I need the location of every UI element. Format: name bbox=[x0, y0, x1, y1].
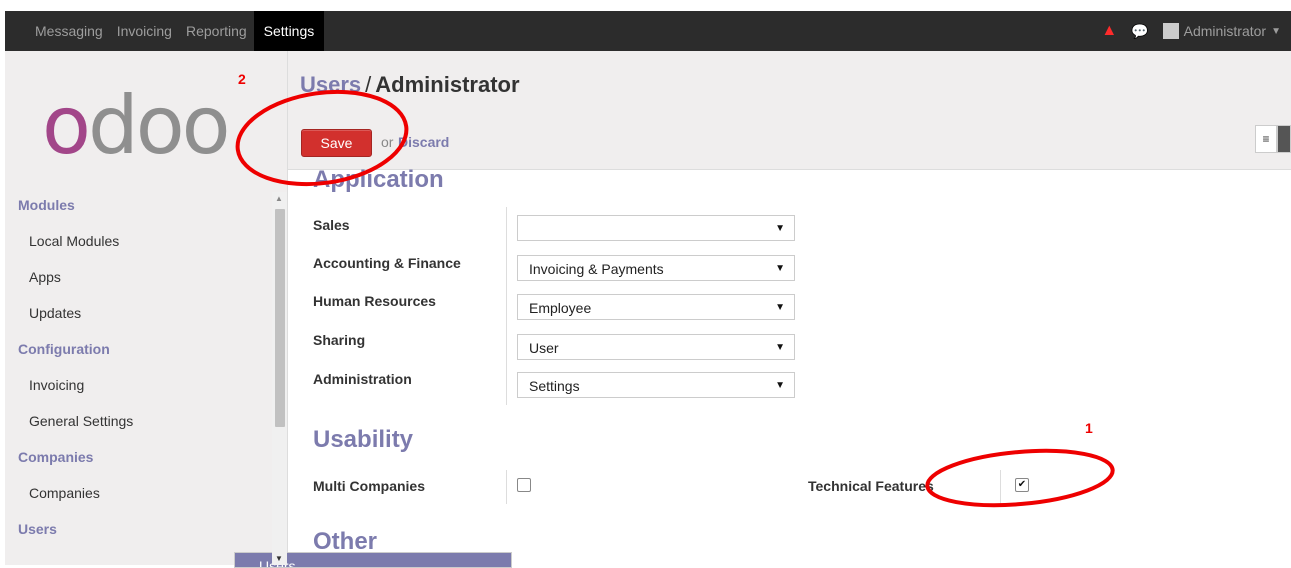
sidebar-item-invoicing[interactable]: Invoicing bbox=[5, 372, 271, 408]
dropdown-arrow-icon: ▼ bbox=[775, 263, 785, 274]
dropdown-arrow-icon: ▼ bbox=[775, 380, 785, 391]
scrollbar-thumb[interactable] bbox=[275, 209, 285, 427]
or-label: or bbox=[381, 134, 394, 150]
administration-select-value: Settings bbox=[529, 378, 580, 394]
avatar[interactable] bbox=[1162, 23, 1179, 39]
section-application-title: Application bbox=[313, 166, 444, 193]
breadcrumb-current: Administrator bbox=[375, 72, 520, 97]
top-right-area: ▲ 💬 Administrator ▼ bbox=[1101, 11, 1281, 51]
user-menu-label[interactable]: Administrator bbox=[1184, 23, 1266, 39]
field-label-accounting-finance: Accounting & Finance bbox=[313, 255, 461, 271]
sales-select[interactable]: ▼ bbox=[517, 215, 795, 241]
annotation-number-1: 1 bbox=[1085, 420, 1093, 436]
sidebar-item-companies[interactable]: Companies bbox=[5, 480, 271, 516]
human-resources-select[interactable]: Employee ▼ bbox=[517, 294, 795, 320]
annotation-number-2: 2 bbox=[238, 71, 246, 87]
sharing-select-value: User bbox=[529, 340, 559, 356]
human-resources-select-value: Employee bbox=[529, 300, 592, 316]
accounting-finance-select[interactable]: Invoicing & Payments ▼ bbox=[517, 255, 795, 281]
sidebar-scrollbar[interactable]: ▲ ▼ bbox=[272, 192, 287, 565]
label-divider bbox=[506, 207, 507, 405]
chevron-down-icon[interactable]: ▼ bbox=[1271, 26, 1281, 37]
technical-features-checkbox[interactable]: ✔ bbox=[1015, 478, 1029, 492]
sidebar: odoo Modules Local Modules Apps Updates … bbox=[5, 51, 512, 568]
menu-reporting[interactable]: Reporting bbox=[179, 11, 254, 51]
field-label-technical-features: Technical Features bbox=[808, 478, 934, 494]
control-panel: Users / Administrator Save or Discard ≡ bbox=[288, 51, 1291, 170]
field-label-human-resources: Human Resources bbox=[313, 293, 436, 309]
dropdown-arrow-icon: ▼ bbox=[775, 342, 785, 353]
scroll-up-icon[interactable]: ▲ bbox=[275, 194, 283, 203]
field-label-sharing: Sharing bbox=[313, 332, 366, 348]
view-switcher: ≡ bbox=[1255, 125, 1291, 153]
discard-link[interactable]: Discard bbox=[398, 134, 449, 150]
sidebar-section-modules: Modules bbox=[18, 197, 75, 213]
sidebar-nav: Modules Local Modules Apps Updates Confi… bbox=[5, 192, 512, 568]
menu-messaging[interactable]: Messaging bbox=[5, 11, 110, 51]
top-menu: Messaging Invoicing Reporting Settings bbox=[5, 11, 325, 51]
dropdown-arrow-icon: ▼ bbox=[775, 302, 785, 313]
sidebar-item-local-modules[interactable]: Local Modules bbox=[5, 228, 271, 264]
chat-icon[interactable]: 💬 bbox=[1131, 23, 1148, 40]
breadcrumb-users-link[interactable]: Users bbox=[300, 72, 361, 97]
dropdown-arrow-icon: ▼ bbox=[775, 223, 785, 234]
technical-features-divider bbox=[1000, 470, 1001, 504]
field-label-sales: Sales bbox=[313, 217, 350, 233]
sidebar-item-general-settings[interactable]: General Settings bbox=[5, 408, 271, 444]
breadcrumb-separator: / bbox=[365, 72, 372, 97]
save-button[interactable]: Save bbox=[301, 129, 372, 157]
warning-icon[interactable]: ▲ bbox=[1101, 22, 1117, 40]
multi-companies-divider bbox=[506, 470, 507, 504]
sidebar-section-configuration: Configuration bbox=[18, 341, 110, 357]
accounting-finance-select-value: Invoicing & Payments bbox=[529, 261, 664, 277]
breadcrumb: Users / Administrator bbox=[300, 72, 520, 98]
sharing-select[interactable]: User ▼ bbox=[517, 334, 795, 360]
multi-companies-checkbox[interactable] bbox=[517, 478, 531, 492]
section-other-title: Other bbox=[313, 528, 378, 555]
sidebar-section-companies: Companies bbox=[18, 449, 94, 465]
field-label-multi-companies: Multi Companies bbox=[313, 478, 426, 494]
field-label-administration: Administration bbox=[313, 371, 412, 387]
user-form: Application Sales Accounting & Finance H… bbox=[288, 166, 1291, 565]
odoo-logo[interactable]: odoo bbox=[42, 86, 231, 166]
administration-select[interactable]: Settings ▼ bbox=[517, 372, 795, 398]
sidebar-section-users: Users bbox=[18, 521, 57, 537]
sidebar-item-updates[interactable]: Updates bbox=[5, 300, 271, 336]
section-usability-title: Usability bbox=[313, 426, 414, 453]
menu-settings[interactable]: Settings bbox=[253, 11, 325, 51]
top-navbar: Messaging Invoicing Reporting Settings ▲… bbox=[5, 11, 1291, 51]
sidebar-item-apps[interactable]: Apps bbox=[5, 264, 271, 300]
list-view-icon[interactable]: ≡ bbox=[1255, 125, 1277, 153]
scroll-down-icon[interactable]: ▼ bbox=[275, 554, 283, 563]
menu-invoicing[interactable]: Invoicing bbox=[110, 11, 179, 51]
form-view-icon[interactable] bbox=[1277, 125, 1291, 153]
